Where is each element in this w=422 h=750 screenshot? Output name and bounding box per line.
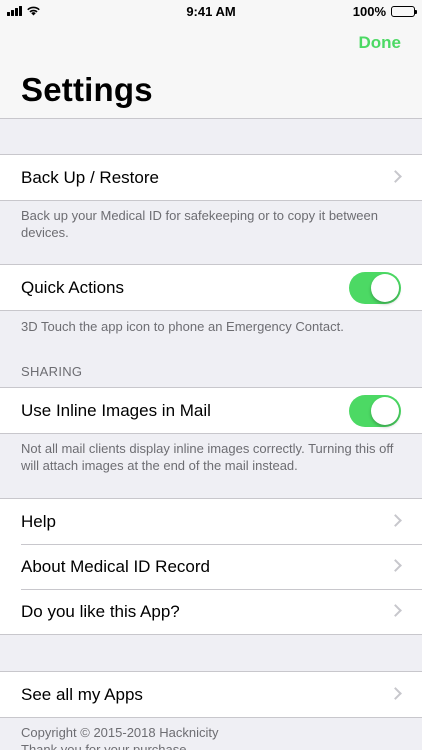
- quick-actions-toggle[interactable]: [349, 272, 401, 304]
- backup-footer: Back up your Medical ID for safekeeping …: [21, 208, 378, 240]
- inline-images-footer: Not all mail clients display inline imag…: [21, 441, 394, 473]
- status-bar: 9:41 AM 100%: [0, 0, 422, 22]
- copyright-footer: Copyright © 2015-2018 Hacknicity Thank y…: [21, 724, 406, 750]
- quick-actions-footer: 3D Touch the app icon to phone an Emerge…: [21, 319, 344, 334]
- done-button[interactable]: Done: [359, 33, 402, 53]
- chevron-right-icon: [389, 604, 402, 617]
- quick-actions-group: Quick Actions: [0, 264, 422, 311]
- navigation-bar: Done Settings: [0, 22, 422, 119]
- info-group: Help About Medical ID Record Do you like…: [0, 498, 422, 635]
- help-row[interactable]: Help: [0, 499, 422, 544]
- row-label: Use Inline Images in Mail: [21, 400, 211, 420]
- row-label: Do you like this App?: [21, 601, 180, 621]
- copyright-text: Copyright © 2015-2018 Hacknicity: [21, 725, 219, 740]
- rate-app-row[interactable]: Do you like this App?: [0, 589, 422, 634]
- row-label: Quick Actions: [21, 277, 124, 297]
- sharing-group: Use Inline Images in Mail: [0, 387, 422, 434]
- about-row[interactable]: About Medical ID Record: [0, 544, 422, 589]
- see-all-apps-row[interactable]: See all my Apps: [0, 672, 422, 717]
- chevron-right-icon: [389, 170, 402, 183]
- row-label: Back Up / Restore: [21, 167, 159, 187]
- thanks-text: Thank you for your purchase: [21, 742, 187, 750]
- row-label: See all my Apps: [21, 684, 143, 704]
- row-label: Help: [21, 511, 56, 531]
- apps-group: See all my Apps: [0, 671, 422, 718]
- chevron-right-icon: [389, 687, 402, 700]
- page-title: Settings: [21, 71, 153, 108]
- row-label: About Medical ID Record: [21, 556, 210, 576]
- backup-group: Back Up / Restore: [0, 154, 422, 201]
- backup-restore-row[interactable]: Back Up / Restore: [0, 155, 422, 200]
- inline-images-toggle[interactable]: [349, 395, 401, 427]
- battery-icon: [391, 6, 417, 17]
- quick-actions-row: Quick Actions: [0, 265, 422, 310]
- battery-percent: 100%: [352, 4, 386, 19]
- chevron-right-icon: [389, 559, 402, 572]
- chevron-right-icon: [389, 514, 402, 527]
- inline-images-row: Use Inline Images in Mail: [0, 388, 422, 433]
- sharing-header: SHARING: [21, 364, 83, 379]
